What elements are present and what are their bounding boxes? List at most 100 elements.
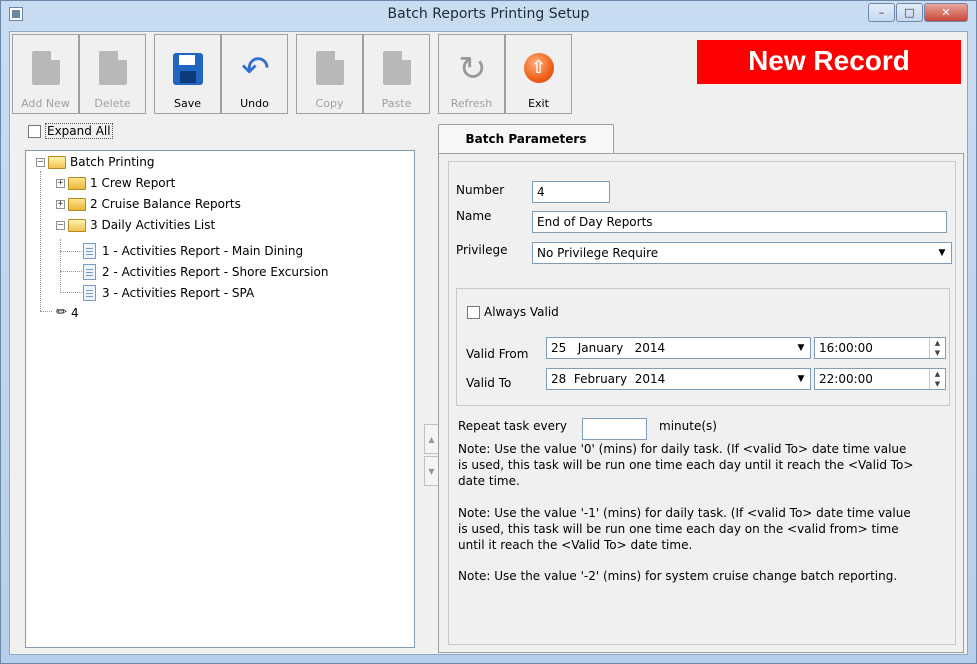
tree-node-root[interactable]: – Batch Printing [36, 152, 154, 172]
valid-from-label: Valid From [466, 347, 529, 361]
paste-button[interactable]: Paste [363, 34, 430, 114]
valid-from-date-picker[interactable]: 25 January 2014 ▼ [546, 337, 811, 359]
folder-open-icon [48, 155, 66, 169]
collapse-icon[interactable]: – [56, 220, 65, 230]
client-area: Add New Delete Save ↶ Undo Copy Paste ↻ … [9, 31, 968, 655]
report-file-icon [83, 285, 96, 301]
tree-node-new[interactable]: ✏ 4 [56, 303, 79, 323]
expand-all-row: Expand All [28, 123, 113, 139]
chevron-down-icon[interactable]: ▼ [934, 244, 950, 262]
spin-up-icon[interactable]: ▲ [930, 369, 945, 379]
exit-button[interactable]: ⇧ Exit [505, 34, 572, 114]
window-title: Batch Reports Printing Setup [387, 6, 590, 22]
collapse-icon[interactable]: – [36, 157, 45, 167]
privilege-select[interactable]: No Privilege Require ▼ [532, 242, 952, 264]
tree-connector [40, 171, 41, 311]
save-button[interactable]: Save [154, 34, 221, 114]
new-record-banner: New Record [697, 40, 961, 84]
tree-node[interactable]: + 2 Cruise Balance Reports [56, 194, 241, 214]
validity-group: Always Valid Valid From 25 January 2014 … [456, 288, 950, 406]
valid-to-date-picker[interactable]: 28 February 2014 ▼ [546, 368, 811, 390]
expand-icon[interactable]: + [56, 199, 65, 209]
folder-icon [68, 176, 86, 190]
paste-icon [380, 51, 414, 87]
copy-button[interactable]: Copy [296, 34, 363, 114]
tab-batch-parameters[interactable]: Batch Parameters [438, 124, 614, 154]
valid-from-time-spinner[interactable]: 16:00:00 ▲ ▼ [814, 337, 946, 359]
always-valid-label: Always Valid [484, 305, 559, 319]
number-label: Number [456, 183, 505, 197]
tree-node[interactable]: + 1 Crew Report [56, 173, 175, 193]
name-label: Name [456, 209, 492, 223]
close-icon: ✕ [941, 5, 951, 19]
always-valid-row: Always Valid [467, 305, 559, 319]
note-daily-minus-one: Note: Use the value '-1' (mins) for dail… [458, 506, 911, 552]
undo-icon: ↶ [241, 49, 270, 89]
expand-all-checkbox[interactable] [28, 124, 41, 138]
number-input[interactable]: 4 [532, 181, 610, 203]
tree-connector [40, 311, 52, 312]
tree-connector [60, 239, 61, 293]
name-input[interactable]: End of Day Reports [532, 211, 947, 233]
arrow-down-icon: ▼ [428, 467, 435, 476]
valid-to-time-spinner[interactable]: 22:00:00 ▲ ▼ [814, 368, 946, 390]
tree-connector [60, 292, 82, 293]
title-bar: Batch Reports Printing Setup – □ ✕ [1, 1, 976, 31]
spin-down-icon[interactable]: ▼ [930, 348, 945, 358]
maximize-icon: □ [904, 5, 915, 19]
delete-button[interactable]: Delete [79, 34, 146, 114]
tree-connector [60, 251, 82, 252]
note-daily-zero: Note: Use the value '0' (mins) for daily… [458, 442, 914, 488]
add-new-icon [29, 51, 63, 87]
tree-connector [60, 271, 82, 272]
time-spinner[interactable]: ▲ ▼ [929, 338, 945, 358]
valid-from-time: 16:00:00 [819, 341, 873, 355]
time-spinner[interactable]: ▲ ▼ [929, 369, 945, 389]
valid-from-date: 25 January 2014 [551, 341, 666, 355]
tree-node[interactable]: – 3 Daily Activities List [56, 215, 215, 235]
tree-node[interactable]: 3 - Activities Report - SPA [83, 283, 254, 303]
refresh-button[interactable]: ↻ Refresh [438, 34, 505, 114]
batch-tree[interactable]: – Batch Printing + 1 Crew Report + 2 Cru… [25, 150, 415, 648]
copy-icon [313, 51, 347, 87]
batch-parameters-panel: Number 4 Name End of Day Reports Privile… [438, 153, 964, 653]
tree-node[interactable]: 1 - Activities Report - Main Dining [83, 241, 303, 261]
splitter-up-button[interactable]: ▲ [424, 424, 439, 454]
privilege-value: No Privilege Require [537, 246, 659, 260]
panel-splitter: ▲ ▼ [424, 424, 439, 490]
expand-icon[interactable]: + [56, 178, 65, 188]
always-valid-checkbox[interactable] [467, 305, 480, 319]
note-cruise-change: Note: Use the value '-2' (mins) for syst… [458, 569, 898, 583]
chevron-down-icon[interactable]: ▼ [793, 339, 809, 357]
parameters-frame: Number 4 Name End of Day Reports Privile… [448, 161, 956, 645]
spin-down-icon[interactable]: ▼ [930, 379, 945, 389]
refresh-icon: ↻ [458, 49, 487, 89]
report-file-icon [83, 243, 96, 259]
close-button[interactable]: ✕ [924, 3, 968, 22]
repeat-minutes-input[interactable] [582, 418, 647, 440]
minimize-icon: – [878, 5, 885, 19]
add-new-button[interactable]: Add New [12, 34, 79, 114]
undo-button[interactable]: ↶ Undo [221, 34, 288, 114]
delete-icon [96, 51, 130, 87]
report-file-icon [83, 264, 96, 280]
tree-node[interactable]: 2 - Activities Report - Shore Excursion [83, 262, 328, 282]
app-icon [9, 7, 23, 21]
app-window: Batch Reports Printing Setup – □ ✕ Add N… [0, 0, 977, 664]
pencil-icon: ✏ [56, 305, 67, 320]
privilege-label: Privilege [456, 243, 508, 257]
folder-open-icon [68, 218, 86, 232]
window-controls: – □ ✕ [867, 3, 968, 22]
repeat-label: Repeat task every [458, 419, 568, 433]
spin-up-icon[interactable]: ▲ [930, 338, 945, 348]
save-icon [171, 51, 205, 87]
valid-to-label: Valid To [466, 376, 512, 390]
splitter-down-button[interactable]: ▼ [424, 456, 439, 486]
expand-all-label[interactable]: Expand All [45, 123, 113, 139]
maximize-button[interactable]: □ [896, 3, 923, 22]
exit-icon: ⇧ [522, 51, 556, 87]
valid-to-date: 28 February 2014 [551, 372, 666, 386]
chevron-down-icon[interactable]: ▼ [793, 370, 809, 388]
minimize-button[interactable]: – [868, 3, 895, 22]
repeat-unit-label: minute(s) [659, 419, 717, 433]
